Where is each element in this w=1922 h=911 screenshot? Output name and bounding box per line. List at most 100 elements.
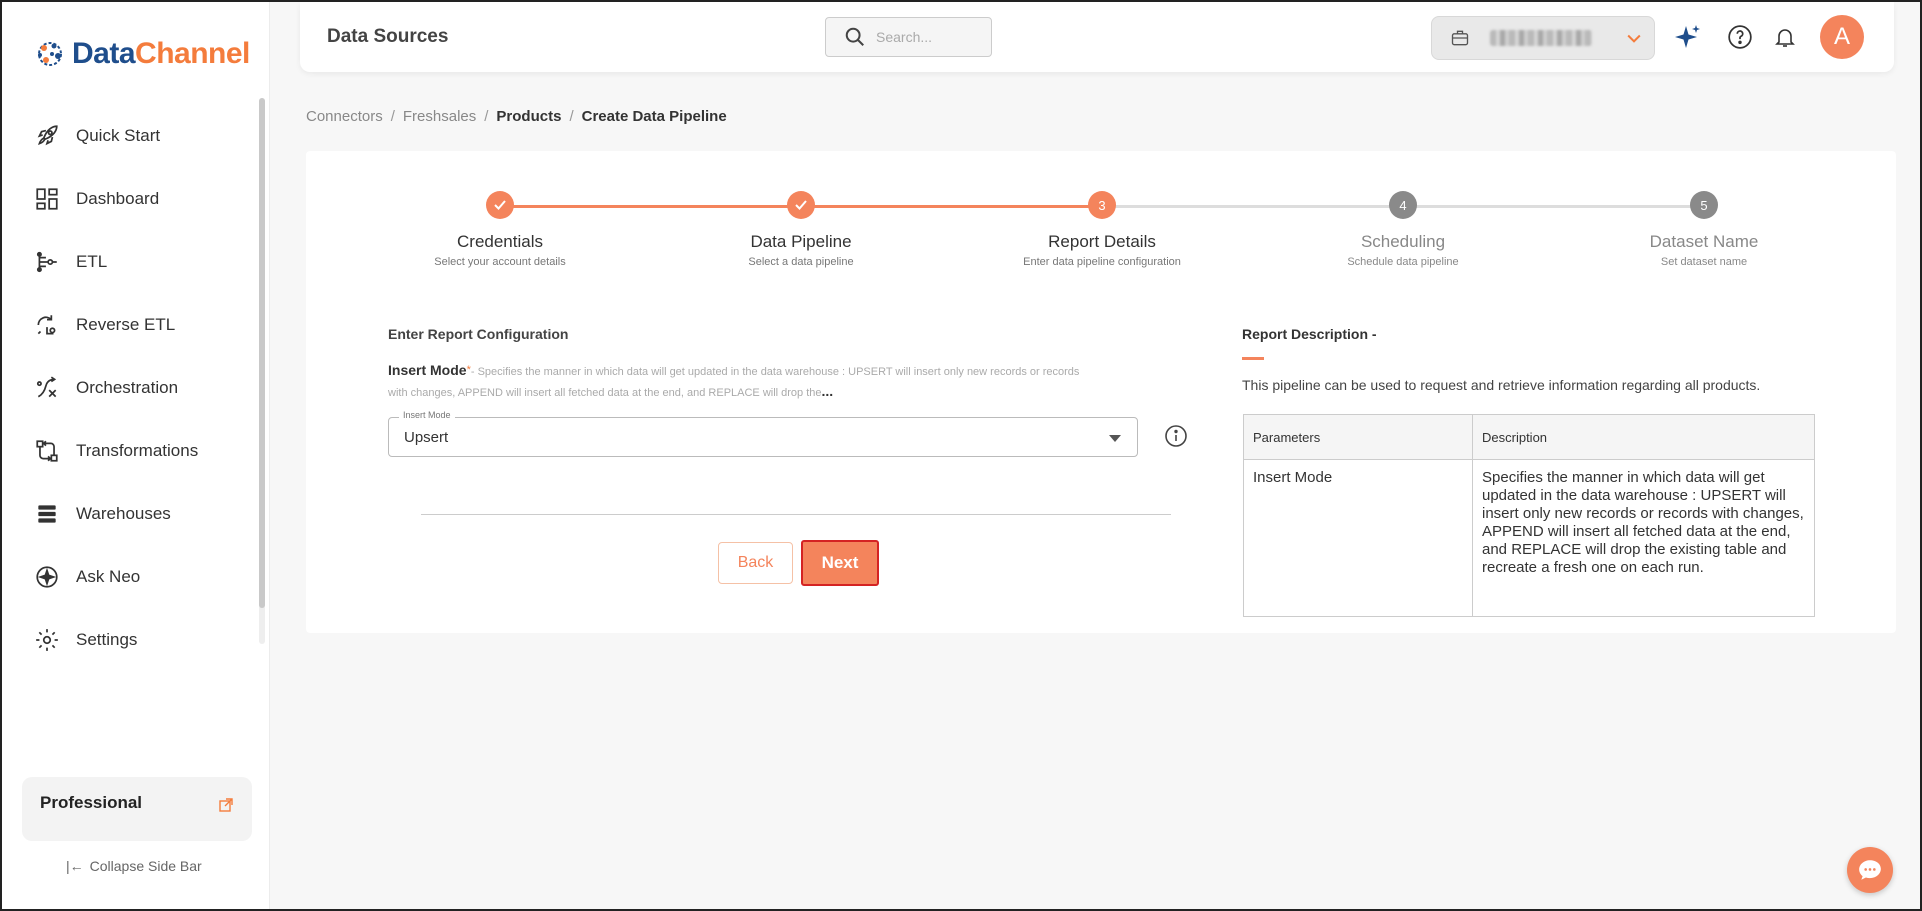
step-title: Scheduling <box>1360 232 1446 251</box>
user-avatar[interactable]: A <box>1820 15 1864 59</box>
sparkle-icon <box>1675 25 1700 48</box>
select-value: Upsert <box>404 429 449 446</box>
breadcrumb-freshsales[interactable]: Freshsales <box>403 108 476 125</box>
rocket-icon <box>32 121 62 151</box>
step-scheduling: 4 Scheduling Schedule data pipeline <box>1303 191 1503 268</box>
sidebar-item-label: Ask Neo <box>76 566 141 586</box>
sidebar-item-label: Settings <box>76 629 138 649</box>
step-title: Credentials <box>457 232 543 251</box>
chat-support-button[interactable] <box>1847 847 1893 893</box>
account-selector[interactable] <box>1431 16 1655 60</box>
column-header-description: Description <box>1472 414 1815 460</box>
table-row: Insert Mode Specifies the manner in whic… <box>1243 459 1815 617</box>
dashboard-icon <box>32 184 62 214</box>
bell-icon <box>1775 29 1795 47</box>
chevron-down-icon <box>1627 34 1641 43</box>
step-subtitle: Select your account details <box>434 256 566 268</box>
etl-icon <box>32 247 62 277</box>
parameter-cell: Insert Mode <box>1243 459 1473 617</box>
select-legend: Insert Mode <box>399 410 455 420</box>
search-input[interactable]: Search... <box>825 17 992 57</box>
table-header-row: Parameters Description <box>1243 414 1815 460</box>
chat-icon <box>1859 860 1881 880</box>
pipeline-card: Credentials Select your account details … <box>306 151 1896 633</box>
step-report-details: 3 Report Details Enter data pipeline con… <box>1002 191 1202 268</box>
step-subtitle: Select a data pipeline <box>748 256 854 268</box>
search-placeholder: Search... <box>876 29 933 45</box>
step-subtitle: Schedule data pipeline <box>1347 256 1459 268</box>
reverse-etl-icon <box>32 310 62 340</box>
datachannel-logo-icon <box>38 42 62 66</box>
form-divider <box>421 514 1171 515</box>
field-hint-more[interactable]: ... <box>822 383 834 399</box>
step-number: 3 <box>1088 191 1116 219</box>
sidebar-item-label: Reverse ETL <box>76 314 176 334</box>
breadcrumb: Connectors / Freshsales / Products / Cre… <box>306 108 727 125</box>
step-dataset-name: 5 Dataset Name Set dataset name <box>1604 191 1804 268</box>
description-cell: Specifies the manner in which data will … <box>1472 459 1815 617</box>
next-button[interactable]: Next <box>801 540 879 586</box>
sidebar-item-ask-neo[interactable]: Ask Neo <box>2 545 260 608</box>
insert-mode-label: Insert Mode*- Specifies the manner in wh… <box>388 361 1088 403</box>
collapse-sidebar-button[interactable]: |← Collapse Side Bar <box>66 858 202 874</box>
sparkle-ai-button[interactable] <box>1673 22 1703 52</box>
transformations-icon <box>32 436 62 466</box>
step-data-pipeline: Data Pipeline Select a data pipeline <box>701 191 901 268</box>
column-header-parameters: Parameters <box>1243 414 1473 460</box>
sidebar-item-dashboard[interactable]: Dashboard <box>2 167 260 230</box>
sidebar-item-quick-start[interactable]: Quick Start <box>2 104 260 167</box>
stepper: Credentials Select your account details … <box>306 191 1896 291</box>
info-icon[interactable] <box>1164 424 1188 448</box>
account-name-redacted <box>1490 30 1592 46</box>
breadcrumb-separator: / <box>484 108 489 125</box>
breadcrumb-current: Create Data Pipeline <box>581 108 727 125</box>
logo-text-data: Data <box>72 37 136 70</box>
back-button[interactable]: Back <box>718 542 793 584</box>
sidebar-item-label: Warehouses <box>76 503 171 523</box>
collapse-label: Collapse Side Bar <box>89 858 202 874</box>
sidebar-item-warehouses[interactable]: Warehouses <box>2 482 260 545</box>
step-credentials: Credentials Select your account details <box>400 191 600 268</box>
external-link-icon[interactable] <box>218 797 234 813</box>
search-icon <box>845 27 864 46</box>
plan-name: Professional <box>40 793 143 812</box>
report-description-text: This pipeline can be used to request and… <box>1242 377 1761 393</box>
notifications-button[interactable] <box>1770 22 1800 52</box>
report-description-title: Report Description - <box>1242 326 1377 342</box>
sidebar-item-orchestration[interactable]: Orchestration <box>2 356 260 419</box>
sidebar-item-label: Dashboard <box>76 188 160 208</box>
sidebar-scrollbar-thumb[interactable] <box>259 98 265 608</box>
page-title: Data Sources <box>327 26 449 47</box>
breadcrumb-connectors[interactable]: Connectors <box>306 108 383 125</box>
dropdown-arrow-icon <box>1109 435 1121 442</box>
sidebar-item-label: Transformations <box>76 440 199 460</box>
parameters-table: Parameters Description Insert Mode Speci… <box>1243 414 1815 617</box>
sidebar-nav: Quick Start Dashboard ETL Reverse ETL Or… <box>2 104 260 671</box>
breadcrumb-separator: / <box>569 108 574 125</box>
orchestration-icon <box>32 373 62 403</box>
sidebar-item-etl[interactable]: ETL <box>2 230 260 293</box>
help-icon <box>1728 25 1752 49</box>
step-subtitle: Enter data pipeline configuration <box>1023 256 1181 268</box>
insert-mode-select[interactable]: Insert Mode Upsert <box>388 410 1138 457</box>
sidebar-item-label: Quick Start <box>76 125 161 145</box>
sidebar-item-transformations[interactable]: Transformations <box>2 419 260 482</box>
sidebar-item-reverse-etl[interactable]: Reverse ETL <box>2 293 260 356</box>
help-button[interactable] <box>1725 22 1755 52</box>
sidebar-item-settings[interactable]: Settings <box>2 608 260 671</box>
step-number: 4 <box>1389 191 1417 219</box>
logo[interactable]: DataChannel <box>32 36 250 72</box>
field-label: Insert Mode <box>388 362 467 378</box>
check-icon <box>486 191 514 219</box>
sidebar-scrollbar[interactable] <box>259 98 265 644</box>
breadcrumb-products[interactable]: Products <box>496 108 561 125</box>
step-title: Dataset Name <box>1649 232 1759 251</box>
breadcrumb-separator: / <box>390 108 395 125</box>
plan-card[interactable]: Professional <box>22 777 252 841</box>
check-icon <box>787 191 815 219</box>
warehouses-icon <box>32 499 62 529</box>
step-title: Report Details <box>1048 232 1156 251</box>
title-underline <box>1242 357 1264 360</box>
step-number: 5 <box>1690 191 1718 219</box>
gear-icon <box>32 625 62 655</box>
